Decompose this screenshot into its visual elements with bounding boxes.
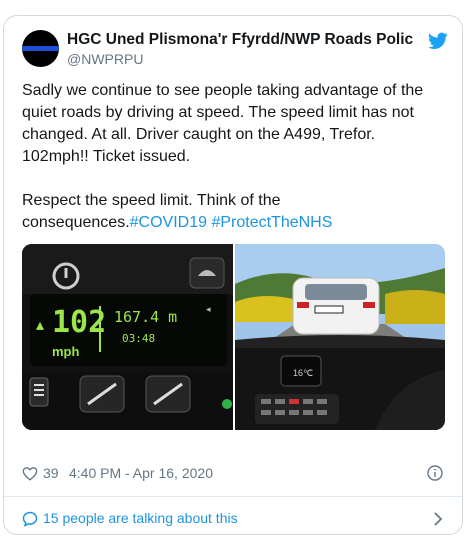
svg-text:▴: ▴ xyxy=(36,315,44,334)
hashtag-covid19[interactable]: #COVID19 xyxy=(130,214,207,231)
hashtag-protectthenhs[interactable]: #ProtectTheNHS xyxy=(211,214,332,231)
heart-icon[interactable] xyxy=(22,466,38,481)
info-icon[interactable] xyxy=(427,465,443,481)
author-display-name[interactable]: HGC Uned Plismona'r Ffyrdd/NWP Roads Pol… xyxy=(67,30,427,50)
tweet-footer: 39 4:40 PM - Apr 16, 2020 xyxy=(22,464,445,484)
distance-readout: 167.4 m xyxy=(114,308,177,326)
conversation-link[interactable]: 15 people are talking about this xyxy=(22,509,445,529)
media-grid: ◂ 102 ▴ mph 167.4 m 03:48 16℃ xyxy=(22,244,445,430)
author-handle[interactable]: @NWPRPU xyxy=(67,50,427,68)
tweet-text: Sadly we continue to see people taking a… xyxy=(22,80,442,234)
footer-divider xyxy=(4,496,462,497)
twitter-bird-icon[interactable] xyxy=(428,32,448,50)
time-readout: 03:48 xyxy=(122,332,155,345)
road-car-illustration: 16℃ xyxy=(235,244,445,430)
speed-unit: mph xyxy=(52,344,80,359)
tweet-card: HGC Uned Plismona'r Ffyrdd/NWP Roads Pol… xyxy=(3,15,463,535)
tweet-header: HGC Uned Plismona'r Ffyrdd/NWP Roads Pol… xyxy=(22,30,450,70)
chevron-right-icon[interactable] xyxy=(433,512,443,526)
like-count[interactable]: 39 xyxy=(43,465,59,481)
dash-readout: 16℃ xyxy=(293,368,313,378)
speed-readout: 102 xyxy=(52,305,106,340)
conversation-label[interactable]: 15 people are talking about this xyxy=(43,510,238,526)
speech-bubble-icon xyxy=(22,511,38,527)
svg-text:◂: ◂ xyxy=(206,304,211,314)
author-block[interactable]: HGC Uned Plismona'r Ffyrdd/NWP Roads Pol… xyxy=(67,30,427,68)
photo-road-car[interactable]: 16℃ xyxy=(235,244,445,430)
avatar[interactable] xyxy=(22,30,59,67)
photo-speed-device[interactable]: ◂ 102 ▴ mph 167.4 m 03:48 xyxy=(22,244,233,430)
speed-device-illustration: ◂ 102 ▴ mph 167.4 m 03:48 xyxy=(22,244,233,430)
tweet-body: Sadly we continue to see people taking a… xyxy=(22,82,424,231)
tweet-timestamp[interactable]: 4:40 PM - Apr 16, 2020 xyxy=(69,465,213,481)
